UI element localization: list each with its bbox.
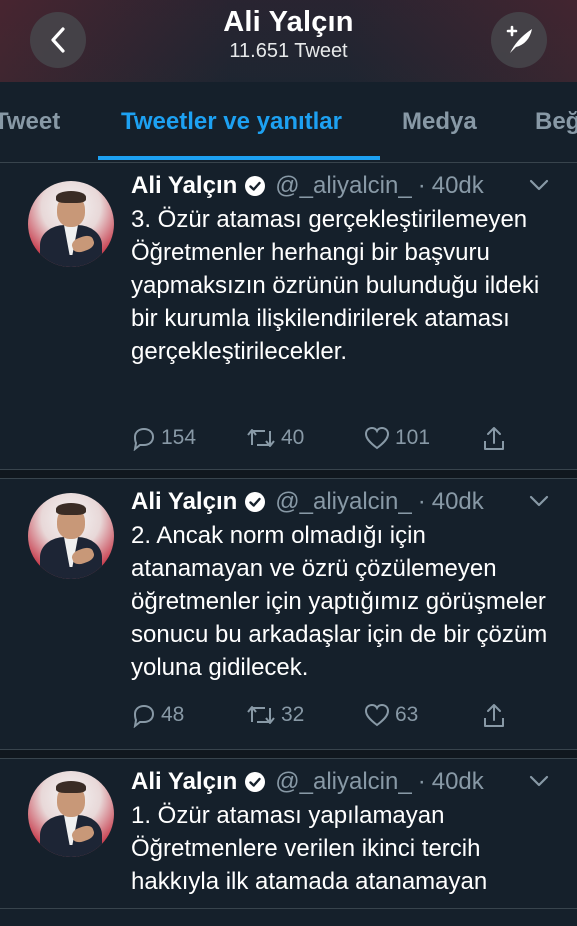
compose-feather-icon [506,25,532,53]
separator-dot: · [417,768,426,795]
active-tab-indicator [98,156,380,160]
tab-tweets[interactable]: Tweet [0,108,60,136]
tweet-author-line: Ali Yalçın @_aliyalcin_ · 40dk [131,171,484,201]
verified-badge-icon [245,772,266,792]
tweet-time: 40dk [431,768,484,795]
chevron-down-icon[interactable] [528,773,550,789]
verified-badge-icon [245,492,266,512]
profile-screen: Ali Yalçın 11.651 Tweet Tweet Tweetler v… [0,0,577,926]
like-count: 63 [395,703,419,726]
like-count: 101 [395,426,431,449]
reply-icon [133,427,155,451]
tweet-text: 2. Ancak norm olmadığı için atanamayan v… [131,522,548,681]
heart-icon [364,426,390,450]
tweet-actions: 48 32 63 [131,702,531,732]
like-button[interactable]: 63 [363,702,418,728]
retweet-icon [247,706,275,724]
separator-dot: · [417,172,426,199]
like-button[interactable]: 101 [363,425,430,451]
share-icon [484,704,504,727]
chevron-down-icon[interactable] [528,177,550,193]
tweet-item[interactable]: Ali Yalçın @_aliyalcin_ · 40dk 1. Özür a… [0,759,577,909]
retweet-button[interactable]: 32 [245,702,304,728]
verified-badge-icon [245,176,266,196]
avatar[interactable] [28,181,114,267]
avatar[interactable] [28,493,114,579]
share-icon [484,427,504,450]
tweet-item[interactable]: Ali Yalçın @_aliyalcin_ · 40dk 3. Özür a… [0,163,577,470]
reply-button[interactable]: 48 [131,702,184,728]
share-button[interactable] [481,702,511,730]
separator-dot: · [417,488,426,515]
reply-count: 48 [161,703,185,726]
tweet-item[interactable]: Ali Yalçın @_aliyalcin_ · 40dk 2. Ancak … [0,479,577,749]
author-name[interactable]: Ali Yalçın [131,488,237,516]
retweet-count: 32 [281,703,305,726]
retweet-icon [247,429,275,447]
bottom-edge [0,908,577,926]
profile-tabs: Tweet Tweetler ve yanıtlar Medya Beğ [0,82,577,163]
author-name[interactable]: Ali Yalçın [131,768,237,796]
author-handle: @_aliyalcin_ [275,488,412,515]
retweet-count: 40 [281,426,305,449]
avatar[interactable] [28,771,114,857]
tweet-divider [0,749,577,759]
tweet-time: 40dk [431,172,484,199]
author-handle: @_aliyalcin_ [275,172,412,199]
header-title: Ali Yalçın [223,6,354,38]
tweet-time: 40dk [431,488,484,515]
tweet-divider [0,469,577,479]
tweet-author-line: Ali Yalçın @_aliyalcin_ · 40dk [131,487,484,517]
author-handle: @_aliyalcin_ [275,768,412,795]
tab-media[interactable]: Medya [402,108,477,136]
reply-button[interactable]: 154 [131,425,196,451]
tweet-author-line: Ali Yalçın @_aliyalcin_ · 40dk [131,767,484,797]
profile-header: Ali Yalçın 11.651 Tweet [0,0,577,82]
reply-icon [133,704,155,728]
tweet-text: 3. Özür ataması gerçekleştirilemeyen Öğr… [131,206,540,365]
compose-button[interactable] [491,12,547,68]
share-button[interactable] [481,425,511,453]
author-name[interactable]: Ali Yalçın [131,172,237,200]
heart-icon [364,703,390,727]
tab-likes[interactable]: Beğ [535,108,577,136]
reply-count: 154 [161,426,197,449]
tweet-text: 1. Özür ataması yapılamayan Öğretmenlere… [131,802,488,895]
tweet-actions: 154 40 101 [131,425,531,455]
chevron-down-icon[interactable] [528,493,550,509]
retweet-button[interactable]: 40 [245,425,304,451]
tab-tweets-and-replies[interactable]: Tweetler ve yanıtlar [121,108,342,136]
